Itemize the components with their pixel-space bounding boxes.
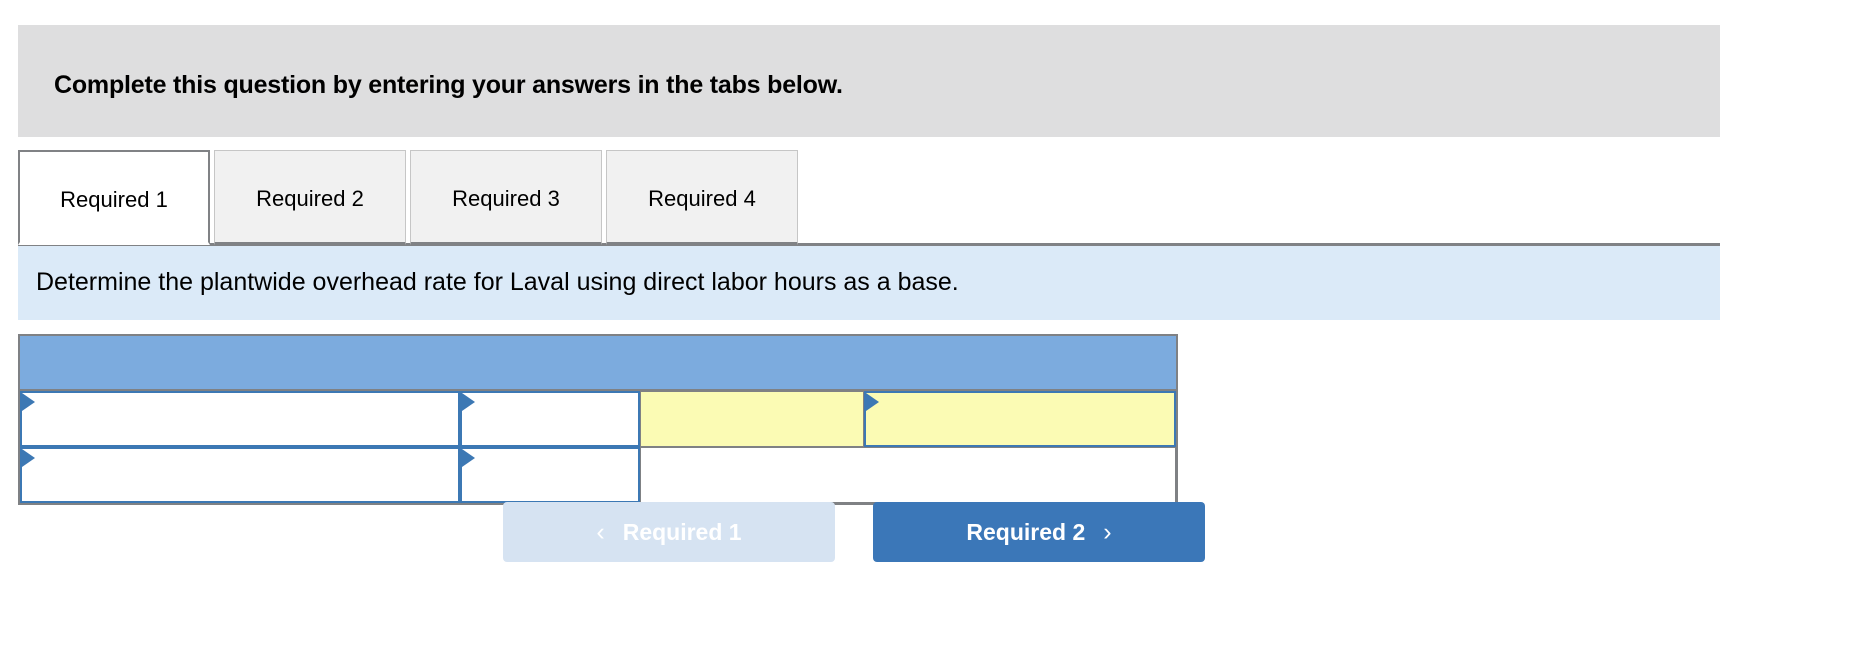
answer-cell-r2c2[interactable] bbox=[460, 447, 640, 503]
chevron-right-icon: › bbox=[1103, 517, 1112, 546]
table-row bbox=[20, 391, 1176, 447]
tab-required-3[interactable]: Required 3 bbox=[410, 150, 602, 245]
tab-required-1[interactable]: Required 1 bbox=[18, 150, 210, 245]
requirement-description-text: Determine the plantwide overhead rate fo… bbox=[36, 268, 959, 296]
next-requirement-button[interactable]: Required 2 › bbox=[873, 502, 1205, 562]
answer-cell-r2c3 bbox=[640, 447, 1176, 503]
answer-cell-r1c1[interactable] bbox=[20, 391, 460, 447]
prev-requirement-button[interactable]: ‹ Required 1 bbox=[503, 502, 835, 562]
chevron-left-icon: ‹ bbox=[596, 517, 605, 546]
instruction-banner-text: Complete this question by entering your … bbox=[54, 71, 843, 99]
expand-triangle-icon bbox=[462, 449, 475, 467]
expand-triangle-icon bbox=[22, 393, 35, 411]
answer-cell-r2c1[interactable] bbox=[20, 447, 460, 503]
answer-table-header-row bbox=[20, 336, 1176, 391]
requirement-description-bar: Determine the plantwide overhead rate fo… bbox=[18, 246, 1720, 320]
expand-triangle-icon bbox=[866, 393, 879, 411]
answer-cell-r1c2[interactable] bbox=[460, 391, 640, 447]
prev-requirement-label: Required 1 bbox=[622, 518, 742, 545]
expand-triangle-icon bbox=[462, 393, 475, 411]
tab-required-4[interactable]: Required 4 bbox=[606, 150, 798, 245]
requirement-tabs: Required 1 Required 2 Required 3 Require… bbox=[18, 150, 1720, 246]
answer-table bbox=[18, 334, 1178, 505]
tab-required-2[interactable]: Required 2 bbox=[214, 150, 406, 245]
next-requirement-label: Required 2 bbox=[966, 518, 1086, 545]
table-row bbox=[20, 447, 1176, 503]
instruction-banner: Complete this question by entering your … bbox=[18, 25, 1720, 137]
expand-triangle-icon bbox=[22, 449, 35, 467]
answer-cell-r1c4[interactable] bbox=[864, 391, 1176, 447]
answer-cell-r1c3 bbox=[640, 391, 864, 447]
